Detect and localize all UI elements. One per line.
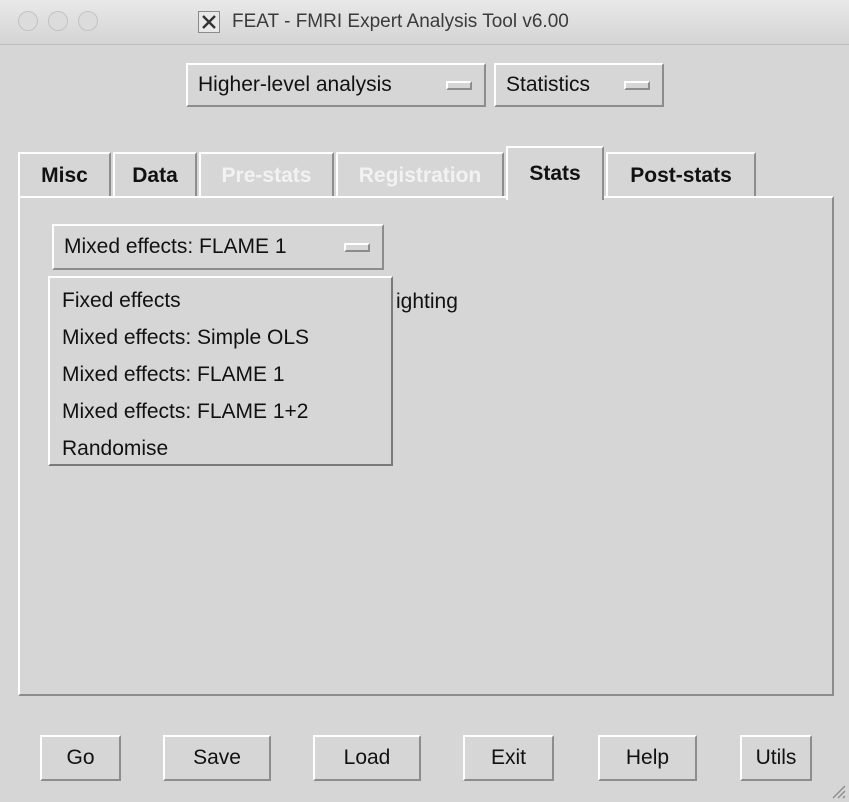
option-menu-indicator-icon [446,80,472,90]
close-window-button[interactable] [18,11,38,31]
resize-grip-icon[interactable] [827,780,847,800]
utils-button-label: Utils [755,746,797,769]
analysis-type-label: Statistics [506,73,591,96]
title-bar: FEAT - FMRI Expert Analysis Tool v6.00 [0,0,849,45]
option-menu-indicator-icon [624,80,650,90]
option-menu-indicator-icon [344,242,370,252]
mixed-effects-menu[interactable]: Mixed effects: FLAME 1 [52,224,384,270]
tab-post-stats[interactable]: Post-stats [606,152,756,198]
analysis-type-menu[interactable]: Statistics [494,63,664,107]
tab-misc-label: Misc [41,164,88,187]
tab-pre-stats[interactable]: Pre-stats [199,152,334,198]
go-button-label: Go [66,746,95,769]
option-randomise[interactable]: Randomise [50,430,391,467]
save-button[interactable]: Save [163,735,271,781]
exit-button-label: Exit [490,746,526,769]
option-mixed-effects-flame-1[interactable]: Mixed effects: FLAME 1 [50,356,391,393]
go-button[interactable]: Go [40,735,121,781]
tab-stats[interactable]: Stats [506,146,604,200]
load-button[interactable]: Load [313,735,421,781]
zoom-window-button[interactable] [78,11,98,31]
analysis-level-menu[interactable]: Higher-level analysis [186,63,486,107]
exit-button[interactable]: Exit [463,735,554,781]
tab-misc[interactable]: Misc [18,152,111,198]
window-title-group: FEAT - FMRI Expert Analysis Tool v6.00 [198,10,569,34]
help-button[interactable]: Help [598,735,697,781]
tab-data-label: Data [132,164,178,187]
tab-post-stats-label: Post-stats [630,164,732,187]
load-button-label: Load [343,746,391,769]
window-title: FEAT - FMRI Expert Analysis Tool v6.00 [232,11,569,32]
tab-stats-label: Stats [529,162,581,185]
option-mixed-effects-simple-ols[interactable]: Mixed effects: Simple OLS [50,319,391,356]
feat-window: FEAT - FMRI Expert Analysis Tool v6.00 H… [0,0,849,802]
tab-registration-label: Registration [358,164,482,187]
mixed-effects-selected-label: Mixed effects: FLAME 1 [64,235,287,258]
tab-data[interactable]: Data [113,152,197,198]
analysis-level-label: Higher-level analysis [198,73,392,96]
partially-hidden-option-label: ighting [396,290,458,313]
x11-icon [198,11,220,33]
option-mixed-effects-flame-1-2[interactable]: Mixed effects: FLAME 1+2 [50,393,391,430]
minimize-window-button[interactable] [48,11,68,31]
tab-pre-stats-label: Pre-stats [221,164,312,187]
mixed-effects-dropdown-list: Fixed effects Mixed effects: Simple OLS … [48,276,393,466]
save-button-label: Save [193,746,241,769]
option-fixed-effects[interactable]: Fixed effects [50,282,391,319]
tab-registration[interactable]: Registration [336,152,504,198]
help-button-label: Help [625,746,670,769]
utils-button[interactable]: Utils [740,735,812,781]
